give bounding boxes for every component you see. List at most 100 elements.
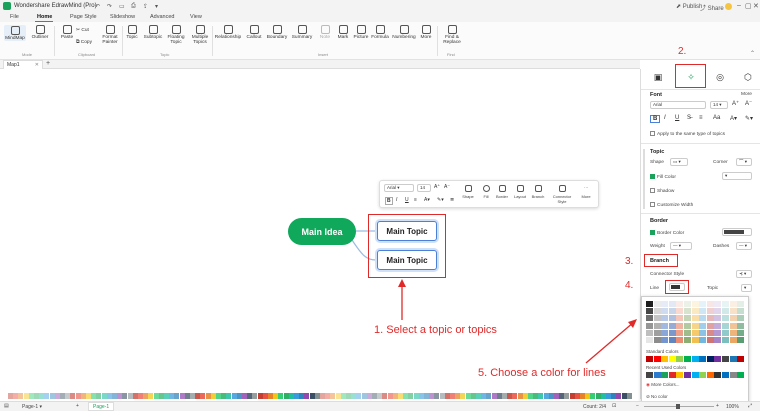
color-swatch[interactable]: [676, 356, 684, 362]
color-swatch[interactable]: [729, 315, 737, 322]
subtopic-button[interactable]: Subtopic: [142, 25, 164, 40]
publish-button[interactable]: ⬈ Publish: [676, 3, 702, 10]
color-swatch[interactable]: [646, 308, 653, 315]
tab-page-style[interactable]: Page Style: [70, 14, 97, 20]
color-swatch[interactable]: [706, 337, 714, 343]
color-swatch[interactable]: [684, 308, 691, 315]
layout-tool[interactable]: Layout: [510, 185, 530, 199]
panel-font-color-icon[interactable]: A▾: [730, 115, 737, 122]
recent-color-row[interactable]: [646, 372, 746, 378]
color-swatch[interactable]: [722, 301, 729, 307]
panel-scrollbar[interactable]: [643, 149, 645, 209]
border-color-picker[interactable]: [722, 228, 752, 236]
color-swatch[interactable]: [714, 337, 722, 343]
color-swatch[interactable]: [722, 372, 729, 378]
color-swatch[interactable]: [646, 356, 653, 362]
color-swatch[interactable]: [668, 337, 676, 343]
color-swatch[interactable]: [661, 372, 669, 378]
color-swatch[interactable]: [691, 301, 699, 307]
color-swatch[interactable]: [714, 315, 722, 322]
zoom-slider-handle[interactable]: [676, 404, 680, 409]
color-swatch[interactable]: [684, 372, 691, 378]
shape-select[interactable]: ▭ ▾: [670, 158, 688, 166]
apply-same-row[interactable]: Apply to the same type of topics: [650, 131, 725, 137]
color-swatch[interactable]: [691, 356, 699, 362]
color-swatch[interactable]: [706, 308, 714, 315]
color-swatch[interactable]: [676, 315, 684, 322]
font-color-icon[interactable]: A▾: [424, 197, 430, 203]
color-swatch[interactable]: [691, 337, 699, 343]
color-swatch[interactable]: [699, 322, 707, 329]
panel-italic-icon[interactable]: I: [664, 115, 666, 121]
panel-bold-icon[interactable]: B: [650, 115, 661, 123]
shape-tool[interactable]: Shape: [458, 185, 478, 199]
color-swatch[interactable]: [646, 372, 653, 378]
color-swatch[interactable]: [668, 322, 676, 329]
panel-underline-icon[interactable]: U: [675, 115, 679, 121]
color-swatch[interactable]: [729, 329, 737, 336]
close-icon[interactable]: ✕: [753, 2, 759, 10]
callout-button[interactable]: Callout: [243, 25, 265, 40]
paste-button[interactable]: Paste: [56, 25, 78, 40]
color-swatch[interactable]: [684, 301, 691, 307]
border-color-checkbox[interactable]: [650, 230, 655, 235]
theme-tab-icon[interactable]: ⬡: [741, 72, 755, 86]
no-color-button[interactable]: ⊘ No color: [646, 394, 668, 400]
color-swatch[interactable]: [684, 322, 691, 329]
color-swatch[interactable]: [691, 372, 699, 378]
main-topic-node-2[interactable]: Main Topic: [377, 250, 437, 270]
color-swatch[interactable]: [646, 329, 653, 336]
color-swatch[interactable]: [653, 372, 661, 378]
fit-page-icon[interactable]: ⊡: [612, 403, 616, 409]
font-size-select[interactable]: 14: [417, 184, 431, 192]
page-selector[interactable]: Page-1 ▾: [22, 404, 42, 410]
color-swatch[interactable]: [729, 308, 737, 315]
color-swatch[interactable]: [699, 356, 707, 362]
color-swatch[interactable]: [661, 315, 669, 322]
color-swatch[interactable]: [737, 329, 745, 336]
font-shrink-icon[interactable]: A⁻: [444, 184, 450, 190]
style-tab-icon[interactable]: ▣: [651, 72, 665, 86]
color-swatch[interactable]: [714, 308, 722, 315]
color-swatch[interactable]: [706, 372, 714, 378]
color-swatch[interactable]: [722, 308, 729, 315]
color-swatch[interactable]: [722, 356, 729, 362]
color-swatch[interactable]: [714, 329, 722, 336]
color-swatch[interactable]: [722, 337, 729, 343]
format-tab-icon[interactable]: ✧: [684, 72, 698, 86]
color-swatch[interactable]: [653, 315, 661, 322]
color-swatch[interactable]: [737, 301, 745, 307]
fullscreen-icon[interactable]: ⤢: [748, 403, 752, 409]
collapse-ribbon-icon[interactable]: ⌃: [750, 50, 755, 57]
redo-icon[interactable]: ↷: [107, 3, 112, 10]
color-swatch[interactable]: [729, 372, 737, 378]
color-swatch[interactable]: [653, 308, 661, 315]
color-swatch[interactable]: [699, 329, 707, 336]
color-swatch[interactable]: [684, 315, 691, 322]
quick-color-palette[interactable]: [0, 392, 640, 400]
color-swatch[interactable]: [676, 301, 684, 307]
color-swatch[interactable]: [668, 329, 676, 336]
zoom-out-icon[interactable]: −: [636, 403, 639, 409]
color-swatch[interactable]: [706, 301, 714, 307]
color-swatch[interactable]: [699, 315, 707, 322]
color-swatch[interactable]: [706, 329, 714, 336]
boundary-button[interactable]: Boundary: [265, 25, 289, 40]
color-swatch[interactable]: [729, 322, 737, 329]
floating-topic-button[interactable]: Floating Topic: [165, 25, 187, 45]
shadow-row[interactable]: Shadow: [650, 188, 674, 194]
color-swatch[interactable]: [737, 372, 745, 378]
color-swatch[interactable]: [668, 356, 676, 362]
shadow-checkbox[interactable]: [650, 188, 655, 193]
undo-icon[interactable]: ↶: [95, 3, 100, 10]
font-grow-icon[interactable]: A⁺: [434, 184, 440, 190]
color-swatch[interactable]: [691, 308, 699, 315]
color-swatch[interactable]: [706, 322, 714, 329]
color-swatch[interactable]: [646, 301, 653, 307]
connector-style-select[interactable]: ⊰ ▾: [736, 270, 752, 278]
color-swatch[interactable]: [729, 301, 737, 307]
color-swatch[interactable]: [722, 322, 729, 329]
standard-color-row[interactable]: [646, 356, 746, 362]
close-tab-icon[interactable]: ✕: [35, 62, 39, 68]
panel-font-grow-icon[interactable]: A⁺: [732, 100, 739, 107]
